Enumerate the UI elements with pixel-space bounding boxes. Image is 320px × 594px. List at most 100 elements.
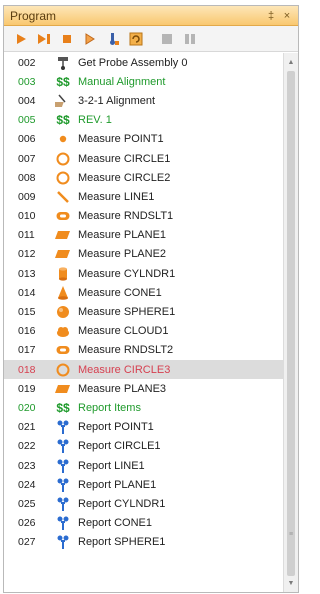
step-label: 3-2-1 Alignment [78, 94, 156, 107]
step-label: Report SPHERE1 [78, 536, 166, 549]
pin-icon[interactable]: ‡ [266, 10, 276, 22]
step-number: 026 [18, 517, 36, 530]
program-step-row[interactable]: 021 Report POINT1 [4, 418, 284, 437]
step-number: 004 [18, 94, 36, 107]
cloud-icon [48, 323, 78, 339]
report-icon [48, 534, 78, 550]
step-label: Measure PLANE1 [78, 229, 167, 242]
program-step-row[interactable]: 013 Measure CYLNDR1 [4, 264, 284, 283]
program-step-row[interactable]: 012 Measure PLANE2 [4, 245, 284, 264]
step-label: Manual Alignment [78, 75, 166, 88]
scroll-up-arrow-icon[interactable]: ▲ [284, 55, 298, 69]
step-label: Measure LINE1 [78, 190, 155, 203]
program-step-row[interactable]: 004 3-2-1 Alignment [4, 91, 284, 110]
dollar-icon: $$ [56, 113, 70, 128]
panel-title: Program [10, 8, 57, 23]
dollar-icon: $$ [56, 74, 70, 89]
step-number: 013 [18, 267, 36, 280]
program-step-row[interactable]: 019 Measure PLANE3 [4, 379, 284, 398]
circle-icon [48, 151, 78, 167]
scroll-down-arrow-icon[interactable]: ▼ [284, 576, 298, 590]
step-number: 015 [18, 306, 36, 319]
report-icon [48, 515, 78, 531]
disabled-stop-icon[interactable] [158, 30, 176, 48]
step-number: 025 [18, 497, 36, 510]
scrollbar-thumb[interactable] [287, 71, 295, 576]
program-step-row[interactable]: 024 Report PLANE1 [4, 475, 284, 494]
step-icon[interactable] [81, 30, 99, 48]
cylinder-icon [48, 266, 78, 282]
program-step-row[interactable]: 010 Measure RNDSLT1 [4, 207, 284, 226]
program-step-row[interactable]: 014 Measure CONE1 [4, 283, 284, 302]
program-step-list[interactable]: 002 Get Probe Assembly 0 003 $$ Manual Align… [4, 53, 284, 592]
step-number: 005 [18, 114, 36, 127]
program-step-row[interactable]: 016 Measure CLOUD1 [4, 322, 284, 341]
step-number: 019 [18, 382, 36, 395]
step-number: 012 [18, 248, 36, 261]
program-step-row[interactable]: 009 Measure LINE1 [4, 187, 284, 206]
program-step-row[interactable]: 008 Measure CIRCLE2 [4, 168, 284, 187]
step-label: Measure PLANE3 [78, 382, 167, 395]
program-step-row[interactable]: 005 $$ REV. 1 [4, 111, 284, 130]
step-label: Measure CIRCLE2 [78, 171, 171, 184]
step-number: 002 [18, 56, 36, 69]
step-label: Report CIRCLE1 [78, 440, 161, 453]
step-label: Report LINE1 [78, 459, 145, 472]
vertical-scrollbar[interactable]: ▲ ≡ ▼ [283, 53, 298, 592]
step-number: 021 [18, 421, 36, 434]
program-step-row[interactable]: 022 Report CIRCLE1 [4, 437, 284, 456]
step-label: Measure POINT1 [78, 133, 164, 146]
sphere-icon [48, 304, 78, 320]
step-label: Report Items [78, 401, 141, 414]
step-number: 020 [18, 401, 36, 414]
step-label: Report POINT1 [78, 421, 154, 434]
step-label: Measure CONE1 [78, 286, 162, 299]
program-step-row[interactable]: 023 Report LINE1 [4, 456, 284, 475]
step-label: Measure PLANE2 [78, 248, 167, 261]
plane-icon [48, 381, 78, 397]
step-label: Measure CIRCLE1 [78, 152, 171, 165]
program-step-row[interactable]: 015 Measure SPHERE1 [4, 302, 284, 321]
scrollbar-grip-icon: ≡ [289, 531, 294, 538]
step-label: Measure CLOUD1 [78, 325, 169, 338]
program-toolbar [4, 26, 298, 52]
panel-title-bar[interactable]: Program ‡ × [4, 6, 298, 26]
plane-icon [48, 246, 78, 262]
step-number: 010 [18, 210, 36, 223]
step-number: 006 [18, 133, 36, 146]
step-label: Report CYLNDR1 [78, 497, 166, 510]
program-step-row[interactable]: 025 Report CYLNDR1 [4, 494, 284, 513]
program-step-row[interactable]: 002 Get Probe Assembly 0 [4, 53, 284, 72]
step-number: 024 [18, 478, 36, 491]
program-step-row[interactable]: 020 $$ Report Items [4, 398, 284, 417]
program-panel: Program ‡ × 002 Get Probe Assembly 0 003 [3, 5, 299, 593]
step-number: 016 [18, 325, 36, 338]
program-step-row[interactable]: 018 Measure CIRCLE3 [4, 360, 284, 380]
step-number: 008 [18, 171, 36, 184]
step-number: 017 [18, 344, 36, 357]
step-number: 018 [18, 363, 36, 376]
step-number: 014 [18, 286, 36, 299]
close-icon[interactable]: × [282, 10, 292, 22]
step-number: 003 [18, 75, 36, 88]
program-step-row[interactable]: 027 Report SPHERE1 [4, 533, 284, 552]
play-icon[interactable] [12, 30, 30, 48]
program-step-row[interactable]: 003 $$ Manual Alignment [4, 72, 284, 91]
program-step-row[interactable]: 026 Report CONE1 [4, 514, 284, 533]
step-number: 007 [18, 152, 36, 165]
play-to-end-icon[interactable] [35, 30, 53, 48]
program-step-row[interactable]: 017 Measure RNDSLT2 [4, 341, 284, 360]
disabled-step-icon[interactable] [181, 30, 199, 48]
step-label: Measure CYLNDR1 [78, 267, 176, 280]
program-step-row[interactable]: 011 Measure PLANE1 [4, 226, 284, 245]
stop-icon[interactable] [58, 30, 76, 48]
probe-icon[interactable] [104, 30, 122, 48]
step-label: Measure RNDSLT1 [78, 210, 174, 223]
refresh-icon[interactable] [127, 30, 145, 48]
step-label: Measure SPHERE1 [78, 306, 176, 319]
circle-icon [48, 170, 78, 186]
program-step-row[interactable]: 007 Measure CIRCLE1 [4, 149, 284, 168]
step-label: Report PLANE1 [78, 478, 157, 491]
line-icon [48, 189, 78, 205]
program-step-row[interactable]: 006 Measure POINT1 [4, 130, 284, 149]
